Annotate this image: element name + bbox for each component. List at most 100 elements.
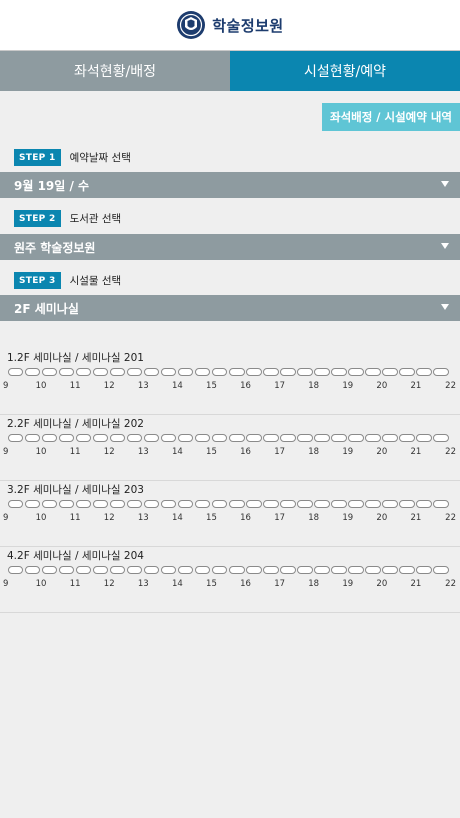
time-slot[interactable] [314,566,330,574]
time-slot[interactable] [58,500,75,508]
time-slot[interactable] [314,368,330,376]
time-slot[interactable] [280,368,296,376]
library-select[interactable]: 원주 학술정보원 [0,234,460,260]
time-slot[interactable] [229,434,245,442]
time-slot[interactable] [229,500,245,508]
time-slot[interactable] [41,368,58,376]
time-slot[interactable] [75,566,92,574]
time-slot[interactable] [280,566,296,574]
time-slot[interactable] [348,434,364,442]
time-slot[interactable] [297,500,313,508]
time-slot[interactable] [160,434,177,442]
time-slot[interactable] [382,368,398,376]
time-slot[interactable] [177,500,194,508]
facility-select[interactable]: 2F 세미나실 [0,295,460,321]
time-slot[interactable] [126,434,143,442]
time-slot[interactable] [177,566,194,574]
time-slot[interactable] [92,566,109,574]
time-slot[interactable] [24,368,41,376]
time-slot[interactable] [109,500,126,508]
time-slot[interactable] [58,566,75,574]
time-slot[interactable] [7,500,24,508]
time-slot[interactable] [92,434,109,442]
time-slot[interactable] [109,368,126,376]
time-slot[interactable] [297,434,313,442]
time-slot[interactable] [399,368,415,376]
time-slot[interactable] [331,500,347,508]
time-slot[interactable] [194,434,211,442]
time-slot[interactable] [263,368,279,376]
tab-facility-reservation[interactable]: 시설현황/예약 [230,51,460,91]
time-slot[interactable] [246,500,262,508]
time-slot[interactable] [382,566,398,574]
time-slot[interactable] [41,566,58,574]
reservation-history-button[interactable]: 좌석배정 / 시설예약 내역 [322,103,460,131]
time-slot[interactable] [246,434,262,442]
time-slot[interactable] [331,368,347,376]
time-slot[interactable] [75,368,92,376]
time-slot[interactable] [263,566,279,574]
time-slot[interactable] [41,434,58,442]
time-slot[interactable] [58,434,75,442]
time-slot[interactable] [348,500,364,508]
time-slot[interactable] [229,368,245,376]
time-slot[interactable] [126,500,143,508]
time-slot[interactable] [382,500,398,508]
time-slot[interactable] [126,566,143,574]
time-slot[interactable] [58,368,75,376]
time-slot[interactable] [297,368,313,376]
time-slot[interactable] [416,566,432,574]
time-slot[interactable] [280,434,296,442]
time-slot[interactable] [365,434,381,442]
time-slot[interactable] [263,500,279,508]
time-slot[interactable] [24,434,41,442]
time-slot[interactable] [314,500,330,508]
time-slot[interactable] [399,500,415,508]
time-slot[interactable] [211,434,228,442]
time-slot[interactable] [7,566,24,574]
tab-seat-status[interactable]: 좌석현황/배정 [0,51,230,91]
time-slot[interactable] [382,434,398,442]
time-slot[interactable] [433,368,449,376]
time-slot[interactable] [211,500,228,508]
time-slot[interactable] [348,566,364,574]
time-slot[interactable] [314,434,330,442]
time-slot[interactable] [399,434,415,442]
time-slot[interactable] [365,500,381,508]
time-slot[interactable] [7,434,24,442]
time-slot[interactable] [92,368,109,376]
time-slot[interactable] [75,434,92,442]
time-slot[interactable] [143,566,160,574]
time-slot[interactable] [92,500,109,508]
logo[interactable]: 학술정보원 [176,10,284,40]
time-slot[interactable] [194,566,211,574]
time-slot[interactable] [143,368,160,376]
time-slot[interactable] [331,434,347,442]
time-slot[interactable] [280,500,296,508]
time-slot[interactable] [365,368,381,376]
time-slot[interactable] [433,566,449,574]
time-slot[interactable] [365,566,381,574]
time-slot[interactable] [297,566,313,574]
time-slot[interactable] [416,368,432,376]
time-slot[interactable] [246,368,262,376]
time-slot[interactable] [194,500,211,508]
time-slot[interactable] [211,566,228,574]
time-slot[interactable] [433,500,449,508]
time-slot[interactable] [143,500,160,508]
time-slot[interactable] [211,368,228,376]
time-slot[interactable] [416,434,432,442]
time-slot[interactable] [194,368,211,376]
time-slot[interactable] [41,500,58,508]
time-slot[interactable] [263,434,279,442]
time-slot[interactable] [126,368,143,376]
time-slot[interactable] [24,566,41,574]
time-slot[interactable] [109,434,126,442]
time-slot[interactable] [109,566,126,574]
time-slot[interactable] [433,434,449,442]
date-select[interactable]: 9월 19일 / 수 [0,172,460,198]
time-slot[interactable] [160,566,177,574]
time-slot[interactable] [24,500,41,508]
time-slot[interactable] [160,500,177,508]
time-slot[interactable] [7,368,24,376]
